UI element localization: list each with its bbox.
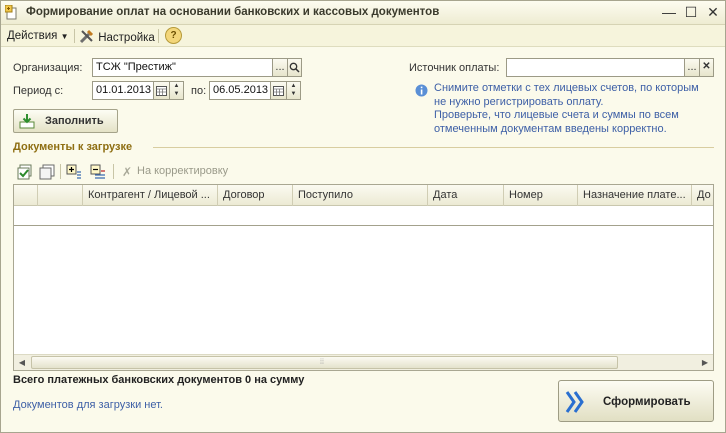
column-header-purpose[interactable]: Назначение плате... (578, 185, 692, 206)
no-documents-message: Документов для загрузки нет. (13, 399, 163, 411)
minimize-button[interactable]: — (660, 4, 678, 21)
generate-button[interactable]: Сформировать (558, 380, 714, 422)
grip-icon: ⁞⁞ (320, 359, 324, 366)
date-from-calendar-button[interactable] (153, 81, 170, 100)
organization-search-button[interactable] (287, 58, 302, 77)
app-icon (5, 5, 17, 20)
fill-button[interactable]: Заполнить (13, 109, 118, 133)
info-icon (415, 84, 428, 97)
column-header-icon[interactable] (38, 185, 83, 206)
column-header-received[interactable]: Поступило (293, 185, 428, 206)
column-header-contract[interactable]: Договор (218, 185, 293, 206)
settings-button[interactable]: Настройка (79, 28, 155, 44)
section-divider (153, 147, 714, 148)
date-to-field[interactable]: 06.05.2013 (209, 81, 271, 100)
column-header-counterparty[interactable]: Контрагент / Лицевой ... (83, 185, 218, 206)
scroll-right-icon[interactable]: ▶ (697, 355, 713, 370)
main-window: Формирование оплат на основании банковск… (0, 0, 726, 433)
scrollbar-thumb[interactable]: ⁞⁞ (31, 356, 618, 369)
payment-source-select-button[interactable]: ... (684, 58, 700, 77)
uncheck-all-icon[interactable] (39, 164, 55, 180)
total-summary: Всего платежных банковских документов 0 … (13, 374, 305, 386)
payment-source-field[interactable] (506, 58, 686, 77)
window-title: Формирование оплат на основании банковск… (26, 6, 440, 18)
period-from-label: Период с: (13, 85, 64, 97)
spin-up-icon: ▲ (173, 83, 180, 89)
chevron-down-icon: ▼ (60, 32, 69, 41)
toolbar-divider (158, 29, 159, 43)
column-header-date[interactable]: Дата (428, 185, 504, 206)
table-row[interactable] (14, 206, 713, 226)
date-from-field[interactable]: 01.01.2013 (92, 81, 154, 100)
spin-up-icon: ▲ (290, 83, 297, 89)
close-button[interactable]: ✕ (704, 4, 722, 21)
tools-icon (79, 29, 94, 44)
payment-source-label: Источник оплаты: (409, 62, 500, 74)
toolbar-divider (113, 164, 114, 179)
column-header-number[interactable]: Номер (504, 185, 578, 206)
settings-label: Настройка (98, 32, 155, 44)
to-correction-button[interactable]: На корректировку (137, 165, 228, 177)
help-button[interactable]: ? (165, 27, 182, 44)
info-line: Снимите отметки с тех лицевых счетов, по… (434, 82, 699, 94)
info-line: отмеченным документам введены корректно. (434, 122, 667, 135)
info-message: Снимите отметки с тех лицевых счетов, по… (434, 82, 714, 136)
maximize-button[interactable]: ☐ (682, 4, 700, 21)
toolbar-divider (74, 29, 75, 43)
payment-source-clear-button[interactable]: ✕ (699, 58, 714, 77)
info-line: Проверьте, что лицевые счета и суммы по … (434, 109, 679, 121)
column-header-check[interactable] (14, 185, 38, 206)
scroll-left-icon[interactable]: ◀ (14, 355, 30, 370)
command-bar: Действия ▼ Настройка ? (1, 25, 725, 47)
column-header-document[interactable]: До (692, 185, 713, 206)
table-header: Контрагент / Лицевой ... Договор Поступи… (14, 185, 713, 206)
organization-label: Организация: (13, 62, 83, 74)
info-line: не нужно регистрировать оплату. (434, 95, 604, 108)
download-arrow-icon (19, 114, 35, 129)
search-icon (289, 62, 300, 73)
organization-field[interactable]: ТСЖ "Престиж" (92, 58, 274, 77)
actions-menu-label: Действия (7, 30, 58, 42)
date-to-spinner[interactable]: ▲ ▼ (286, 81, 301, 100)
horizontal-scrollbar[interactable]: ◀ ⁞⁞ ▶ (14, 354, 713, 370)
calendar-icon (156, 86, 167, 96)
title-bar: Формирование оплат на основании банковск… (1, 1, 725, 25)
fill-button-label: Заполнить (45, 115, 104, 127)
calendar-icon (273, 86, 284, 96)
spin-down-icon: ▼ (290, 91, 297, 97)
date-from-spinner[interactable]: ▲ ▼ (169, 81, 184, 100)
toolbar-divider (60, 164, 61, 179)
documents-section-title: Документы к загрузке (13, 141, 133, 153)
documents-table: Контрагент / Лицевой ... Договор Поступи… (13, 184, 714, 371)
date-to-calendar-button[interactable] (270, 81, 287, 100)
double-chevron-right-icon (565, 391, 584, 413)
period-to-label: по: (191, 85, 207, 97)
expand-all-icon[interactable] (66, 164, 82, 180)
actions-menu[interactable]: Действия ▼ (7, 28, 69, 44)
spin-down-icon: ▼ (173, 91, 180, 97)
collapse-all-icon[interactable] (90, 164, 106, 180)
check-all-icon[interactable] (17, 164, 33, 180)
generate-button-label: Сформировать (603, 396, 691, 408)
correction-icon: ✗ (122, 165, 133, 179)
organization-select-button[interactable]: ... (272, 58, 288, 77)
